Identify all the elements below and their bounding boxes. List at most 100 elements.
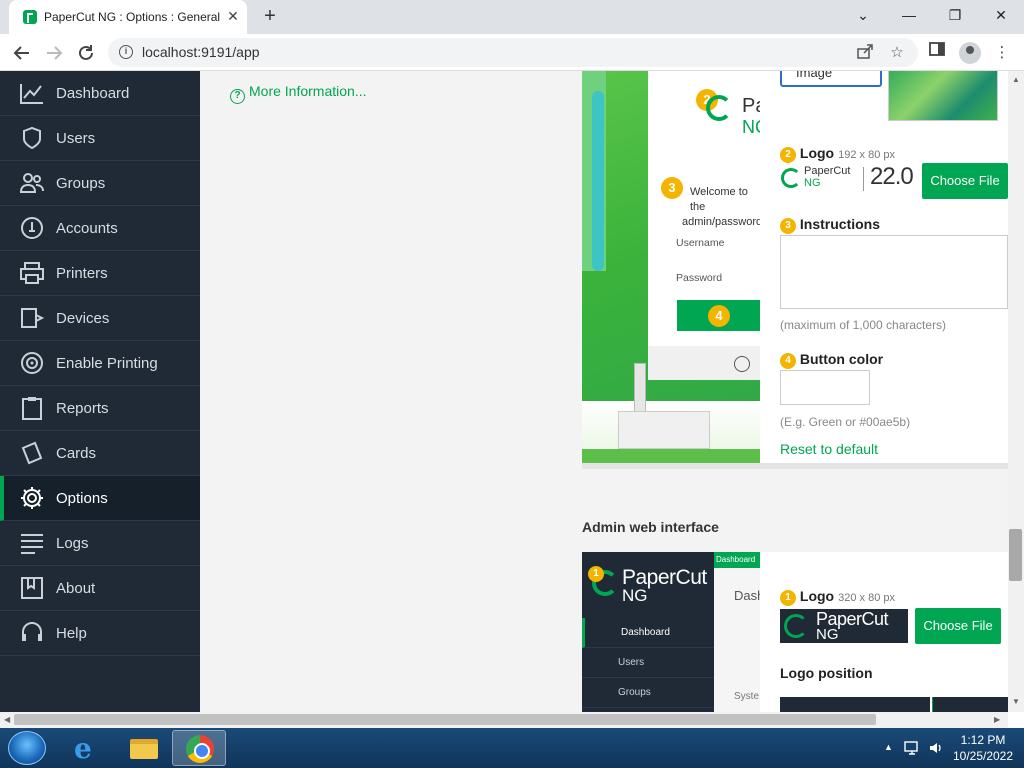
clock-date: 10/25/2022 — [952, 749, 1014, 763]
logo-label: Logo — [799, 145, 835, 161]
scroll-right-arrow-icon[interactable]: ▶ — [994, 715, 1000, 724]
papercut-favicon-icon — [23, 10, 37, 24]
admin-web-settings-panel: 1 Logo 320 x 80 px PaperCut NG Choose Fil… — [760, 552, 1008, 712]
volume-icon[interactable] — [928, 740, 944, 759]
admin-sidebar: Dashboard Users Groups Accounts Printers… — [0, 71, 200, 712]
vertical-scroll-thumb[interactable] — [1009, 529, 1022, 581]
browser-tab[interactable]: PaperCut NG : Options : General ✕ — [9, 0, 247, 34]
admin-choose-file-button[interactable]: Choose File — [915, 608, 1001, 644]
admin-logo-badge: 1 — [780, 590, 796, 606]
chrome-icon — [186, 735, 214, 763]
sidebar-item-reports[interactable]: Reports — [0, 386, 200, 431]
reload-icon[interactable] — [73, 40, 99, 66]
preview-nav-groups: Groups — [582, 678, 714, 708]
help-circle-icon: ? — [230, 89, 245, 104]
horizontal-scroll-thumb[interactable] — [14, 714, 876, 725]
preview-logo-ng: NG — [622, 586, 648, 605]
side-panel-icon[interactable] — [924, 40, 950, 66]
instructions-textarea[interactable] — [780, 235, 1008, 309]
sidebar-item-label: Reports — [56, 400, 109, 417]
start-button-icon[interactable] — [8, 731, 46, 765]
sidebar-item-accounts[interactable]: Accounts — [0, 206, 200, 251]
group-icon — [19, 171, 45, 195]
logo-ng-text: NG — [804, 177, 821, 189]
preview-nav-dashboard: Dashboard — [582, 618, 714, 648]
share-icon[interactable] — [854, 42, 876, 64]
vertical-scrollbar[interactable]: ▲ ▼ — [1008, 71, 1024, 712]
enable-printing-icon — [19, 351, 45, 375]
sidebar-item-enable-printing[interactable]: Enable Printing — [0, 341, 200, 386]
tab-search-icon[interactable]: ⌄ — [840, 0, 886, 30]
browser-tab-strip: PaperCut NG : Options : General ✕ + ⌄ — … — [0, 0, 1024, 34]
sidebar-item-dashboard[interactable]: Dashboard — [0, 71, 200, 116]
internet-explorer-icon: e — [74, 732, 92, 765]
profile-avatar-icon[interactable] — [959, 42, 981, 64]
scroll-down-arrow-icon[interactable]: ▼ — [1012, 697, 1020, 706]
preview-content-title: Dash — [734, 588, 760, 603]
more-information-link[interactable]: ? More Information... — [230, 83, 367, 104]
main-content: ? More Information... 2 Pa NG 3 Welcome t… — [200, 71, 1008, 712]
sidebar-item-label: Help — [56, 625, 87, 642]
sidebar-item-groups[interactable]: Groups — [0, 161, 200, 206]
new-tab-button[interactable]: + — [258, 4, 282, 28]
system-clock[interactable]: 1:12 PM 10/25/2022 — [948, 732, 1018, 764]
background-thumbnail[interactable] — [888, 71, 998, 121]
logo-section-title: 2 Logo 192 x 80 px — [780, 145, 895, 163]
restore-button[interactable]: ❐ — [932, 0, 978, 30]
sidebar-item-users[interactable]: Users — [0, 116, 200, 161]
folder-icon — [130, 739, 158, 759]
back-arrow-icon[interactable] — [9, 40, 35, 66]
browser-menu-icon[interactable]: ⋮ — [989, 40, 1015, 66]
logo-position-label: Logo position — [780, 665, 873, 681]
chrome-taskbar-button[interactable] — [172, 730, 226, 766]
clipboard-icon — [19, 396, 45, 420]
internet-explorer-taskbar-button[interactable]: e — [60, 730, 114, 766]
logo-version-text: 22.0 — [870, 163, 914, 190]
close-window-button[interactable]: ✕ — [978, 0, 1024, 30]
sidebar-item-cards[interactable]: Cards — [0, 431, 200, 476]
sidebar-item-label: Cards — [56, 445, 97, 462]
url-text: localhost:9191/app — [142, 44, 260, 60]
address-bar[interactable]: i localhost:9191/app ☆ — [108, 38, 918, 67]
network-icon[interactable] — [904, 740, 922, 759]
admin-web-preview: Dashboard 1 PaperCut NG Dashboard Users … — [582, 552, 760, 712]
preview-username-label: Username — [676, 237, 725, 249]
sidebar-item-label: Dashboard — [56, 85, 130, 102]
background-type-select[interactable]: Image — [780, 71, 882, 87]
preview-system-text: Syste — [734, 691, 760, 702]
printer-icon — [19, 261, 45, 285]
browser-toolbar: i localhost:9191/app ☆ ⋮ — [0, 34, 1024, 71]
sidebar-item-options[interactable]: Options — [0, 476, 200, 521]
sidebar-item-label: Printers — [56, 265, 108, 282]
bookmark-star-icon[interactable]: ☆ — [886, 42, 908, 64]
lines-icon — [19, 531, 45, 555]
sidebar-item-label: Groups — [56, 175, 106, 192]
sidebar-item-devices[interactable]: Devices — [0, 296, 200, 341]
minimize-button[interactable]: — — [886, 0, 932, 30]
choose-file-button[interactable]: Choose File — [922, 163, 1008, 199]
reset-to-default-link[interactable]: Reset to default — [780, 441, 878, 457]
logo-brand-text: PaperCut — [804, 165, 851, 177]
scroll-left-arrow-icon[interactable]: ◀ — [4, 715, 10, 724]
sidebar-item-printers[interactable]: Printers — [0, 251, 200, 296]
sidebar-item-help[interactable]: Help — [0, 611, 200, 656]
sidebar-item-about[interactable]: About — [0, 566, 200, 611]
device-icon — [19, 306, 45, 330]
callout-badge-3: 3 — [661, 177, 683, 199]
button-color-input[interactable] — [780, 370, 870, 405]
site-info-icon[interactable]: i — [119, 45, 133, 59]
file-explorer-taskbar-button[interactable] — [116, 730, 170, 766]
button-color-badge: 4 — [780, 353, 796, 369]
instructions-label: Instructions — [799, 216, 881, 232]
select-value: Image — [796, 71, 833, 80]
logo-position-option-left[interactable] — [780, 697, 930, 712]
show-hidden-icons-icon[interactable]: ▲ — [884, 742, 893, 752]
tab-close-icon[interactable]: ✕ — [223, 6, 243, 26]
logo-position-option-right[interactable] — [932, 697, 1008, 712]
sidebar-item-logs[interactable]: Logs — [0, 521, 200, 566]
user-web-settings-panel: Image 2 Logo 192 x 80 px PaperCut NG 22.0… — [760, 71, 1008, 463]
scroll-up-arrow-icon[interactable]: ▲ — [1012, 75, 1020, 84]
forward-arrow-icon[interactable] — [41, 40, 67, 66]
chart-line-icon — [19, 81, 45, 105]
preview-logo-ng: NG — [742, 117, 760, 137]
